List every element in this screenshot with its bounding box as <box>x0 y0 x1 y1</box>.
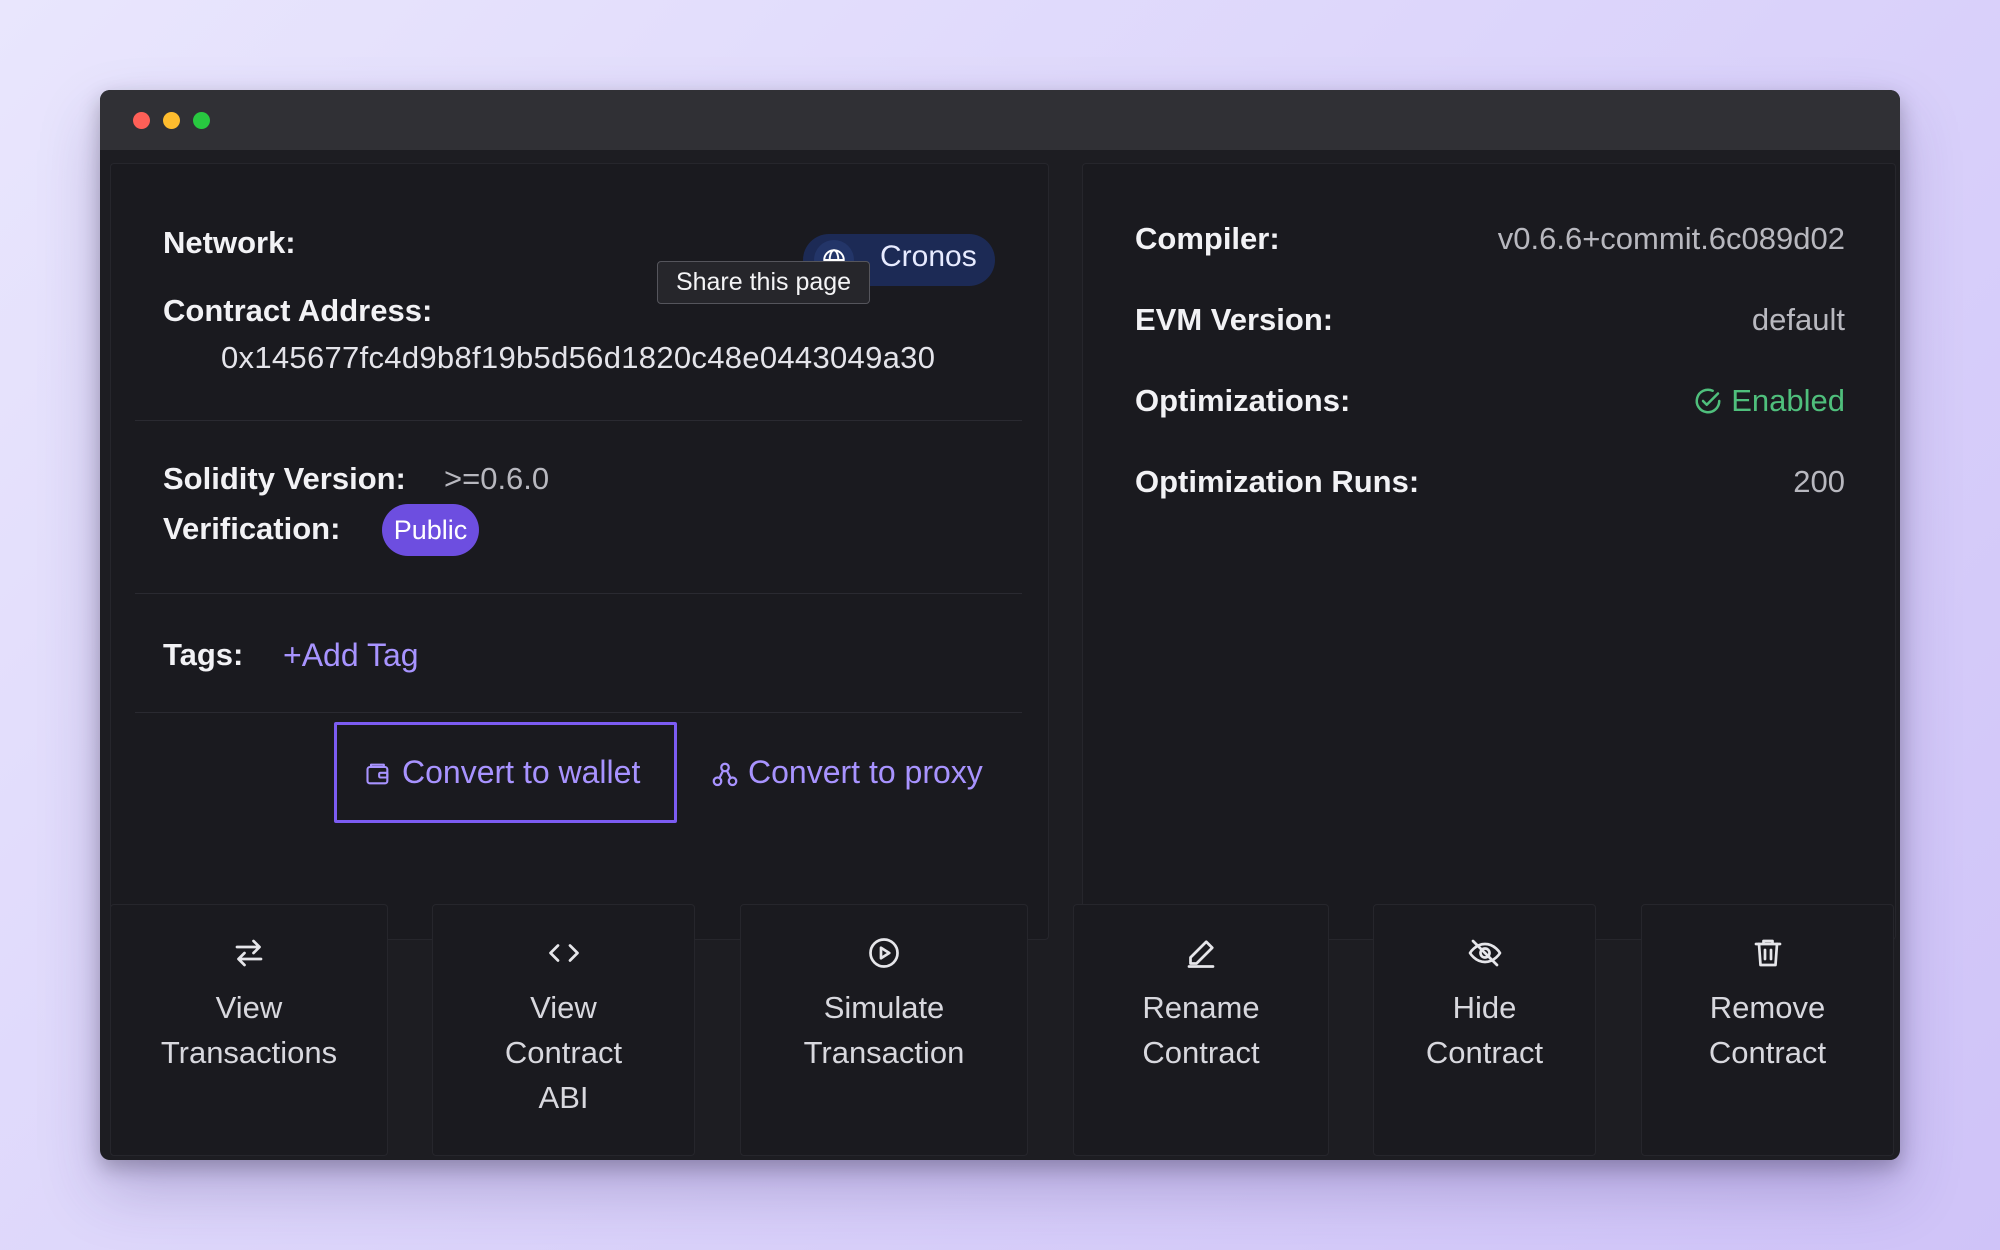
action-label-line: Contract <box>433 1030 694 1075</box>
arrows-swap-icon <box>231 935 267 971</box>
simulate-transaction-button[interactable]: Simulate Transaction <box>740 904 1028 1156</box>
action-label-line: View <box>433 985 694 1030</box>
pencil-icon <box>1183 935 1219 971</box>
verification-label: Verification: <box>163 511 340 547</box>
action-label-line: ABI <box>433 1075 694 1120</box>
trash-icon <box>1750 935 1786 971</box>
convert-to-proxy-button[interactable]: Convert to proxy <box>748 754 983 791</box>
code-icon <box>546 935 582 971</box>
divider <box>135 593 1022 594</box>
action-label-line: Transaction <box>741 1030 1027 1075</box>
divider <box>135 420 1022 421</box>
wallet-icon <box>364 760 392 788</box>
remove-contract-button[interactable]: Remove Contract <box>1641 904 1894 1156</box>
action-label-line: Contract <box>1642 1030 1893 1075</box>
verification-badge: Public <box>382 504 479 556</box>
action-label-line: Hide <box>1374 985 1595 1030</box>
share-page-tooltip: Share this page <box>657 261 870 304</box>
evm-version-label: EVM Version: <box>1135 302 1333 338</box>
action-label-line: Transactions <box>111 1030 387 1075</box>
play-circle-icon <box>866 935 902 971</box>
optimization-runs-value: 200 <box>1793 464 1845 500</box>
zoom-window-button[interactable] <box>193 112 210 129</box>
action-label-line: Remove <box>1642 985 1893 1030</box>
action-label-line: Contract <box>1374 1030 1595 1075</box>
contract-address-value[interactable]: 0x145677fc4d9b8f19b5d56d1820c48e0443049a… <box>221 340 935 376</box>
solidity-version-label: Solidity Version: <box>163 461 406 497</box>
contract-address-label: Contract Address: <box>163 293 432 329</box>
solidity-version-value: >=0.6.0 <box>444 461 549 497</box>
check-circle-icon <box>1693 386 1723 416</box>
compiler-value: v0.6.6+commit.6c089d02 <box>1498 221 1845 257</box>
action-label-line: Simulate <box>741 985 1027 1030</box>
eye-off-icon <box>1467 935 1503 971</box>
network-name: Cronos <box>880 240 977 274</box>
optimization-runs-label: Optimization Runs: <box>1135 464 1419 500</box>
action-label-line: Contract <box>1074 1030 1328 1075</box>
view-contract-abi-button[interactable]: View Contract ABI <box>432 904 695 1156</box>
proxy-icon <box>710 760 740 790</box>
divider <box>135 712 1022 713</box>
add-tag-button[interactable]: +Add Tag <box>283 637 419 674</box>
title-bar <box>100 90 1900 150</box>
hide-contract-button[interactable]: Hide Contract <box>1373 904 1596 1156</box>
optimizations-label: Optimizations: <box>1135 383 1350 419</box>
close-window-button[interactable] <box>133 112 150 129</box>
tags-label: Tags: <box>163 637 243 673</box>
optimizations-status: Enabled <box>1693 383 1845 419</box>
view-transactions-button[interactable]: View Transactions <box>110 904 388 1156</box>
compiler-info-panel <box>1082 163 1896 940</box>
convert-to-wallet-label: Convert to wallet <box>402 754 640 791</box>
evm-version-value: default <box>1752 302 1845 338</box>
action-label-line: Rename <box>1074 985 1328 1030</box>
action-label-line: View <box>111 985 387 1030</box>
compiler-label: Compiler: <box>1135 221 1280 257</box>
rename-contract-button[interactable]: Rename Contract <box>1073 904 1329 1156</box>
optimizations-value: Enabled <box>1731 383 1845 419</box>
app-window: Network: Cronos Share this page Contract… <box>100 90 1900 1160</box>
network-label: Network: <box>163 225 296 261</box>
minimize-window-button[interactable] <box>163 112 180 129</box>
